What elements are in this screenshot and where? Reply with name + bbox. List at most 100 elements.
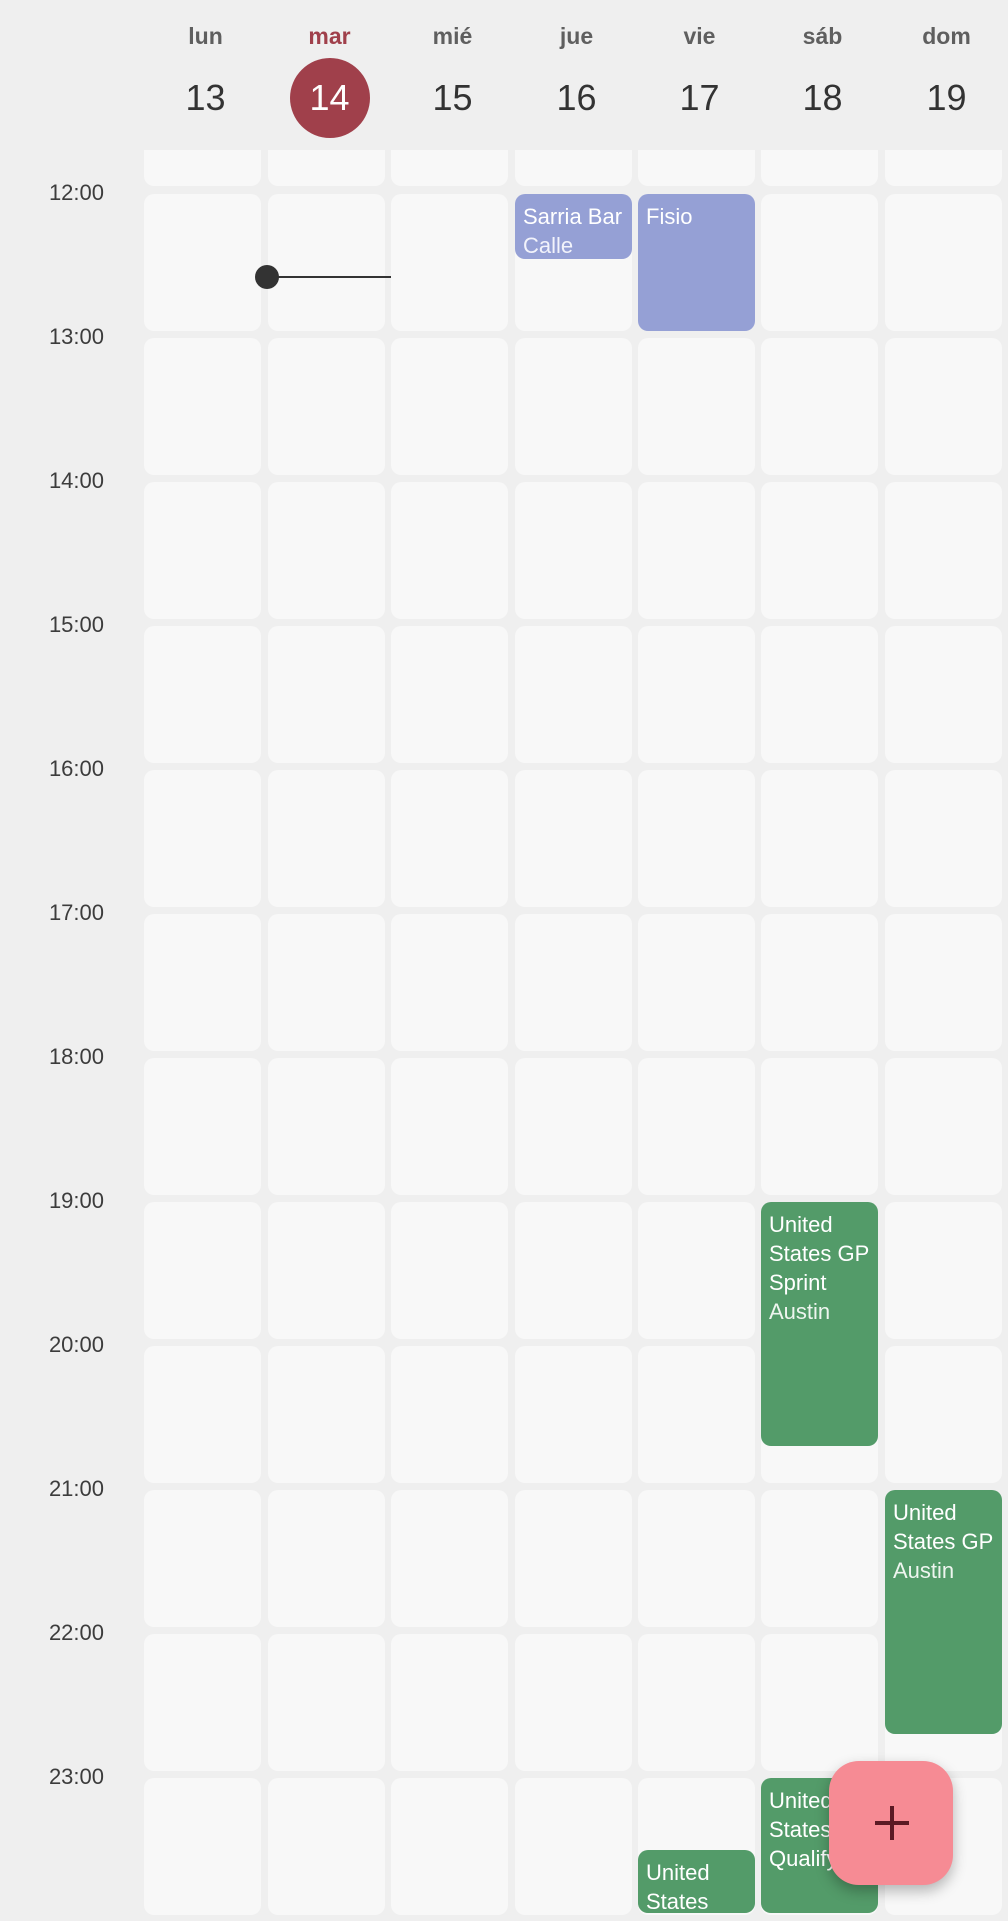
time-slot-cell[interactable] bbox=[515, 626, 632, 763]
time-slot-cell[interactable] bbox=[515, 1058, 632, 1195]
time-slot-cell[interactable] bbox=[391, 1778, 508, 1915]
time-slot-cell[interactable] bbox=[885, 338, 1002, 475]
time-slot-cell[interactable] bbox=[268, 770, 385, 907]
day-header-sab[interactable]: sáb 18 bbox=[761, 0, 884, 150]
calendar-event[interactable]: United StatesAustin bbox=[638, 1850, 755, 1913]
time-slot-cell[interactable] bbox=[391, 1634, 508, 1771]
time-slot-cell[interactable] bbox=[761, 626, 878, 763]
time-slot-cell[interactable] bbox=[268, 626, 385, 763]
time-slot-cell[interactable] bbox=[391, 338, 508, 475]
time-slot-cell[interactable] bbox=[268, 1346, 385, 1483]
day-header-mie[interactable]: mié 15 bbox=[391, 0, 514, 150]
time-slot-cell[interactable] bbox=[268, 338, 385, 475]
time-slot-cell[interactable] bbox=[638, 1058, 755, 1195]
time-slot-cell[interactable] bbox=[391, 1346, 508, 1483]
time-slot-cell[interactable] bbox=[268, 150, 385, 186]
time-slot-cell[interactable] bbox=[268, 1634, 385, 1771]
time-slot-cell[interactable] bbox=[638, 1490, 755, 1627]
time-slot-cell[interactable] bbox=[515, 1202, 632, 1339]
time-slot-cell[interactable] bbox=[268, 914, 385, 1051]
time-slot-cell[interactable] bbox=[638, 914, 755, 1051]
time-slot-cell[interactable] bbox=[515, 338, 632, 475]
time-slot-cell[interactable] bbox=[761, 1634, 878, 1771]
day-header-vie[interactable]: vie 17 bbox=[638, 0, 761, 150]
day-header-jue[interactable]: jue 16 bbox=[515, 0, 638, 150]
time-slot-cell[interactable] bbox=[761, 150, 878, 186]
day-name: sáb bbox=[802, 23, 843, 49]
day-header-mar-today[interactable]: mar 14 bbox=[268, 0, 391, 150]
time-slot-cell[interactable] bbox=[391, 194, 508, 331]
time-slot-cell[interactable] bbox=[515, 150, 632, 186]
event-location: Austin bbox=[893, 1558, 955, 1583]
time-slot-cell[interactable] bbox=[885, 150, 1002, 186]
time-slot-cell[interactable] bbox=[144, 1490, 261, 1627]
time-slot-cell[interactable] bbox=[638, 626, 755, 763]
time-slot-cell[interactable] bbox=[885, 626, 1002, 763]
time-slot-cell[interactable] bbox=[144, 1634, 261, 1771]
time-slot-cell[interactable] bbox=[391, 626, 508, 763]
time-slot-cell[interactable] bbox=[391, 1202, 508, 1339]
time-slot-cell[interactable] bbox=[885, 914, 1002, 1051]
time-slot-cell[interactable] bbox=[515, 1346, 632, 1483]
calendar-event[interactable]: United States GP Austin bbox=[885, 1490, 1002, 1734]
time-slot-cell[interactable] bbox=[515, 1778, 632, 1915]
time-slot-cell[interactable] bbox=[391, 1058, 508, 1195]
time-slot-cell[interactable] bbox=[761, 482, 878, 619]
time-slot-cell[interactable] bbox=[144, 1058, 261, 1195]
time-slot-cell[interactable] bbox=[515, 770, 632, 907]
time-slot-cell[interactable] bbox=[268, 1202, 385, 1339]
time-slot-cell[interactable] bbox=[391, 770, 508, 907]
time-slot-cell[interactable] bbox=[761, 1058, 878, 1195]
day-header-dom[interactable]: dom 19 bbox=[885, 0, 1008, 150]
time-slot-cell[interactable] bbox=[515, 1490, 632, 1627]
time-slot-cell[interactable] bbox=[391, 914, 508, 1051]
time-slot-cell[interactable] bbox=[268, 194, 385, 331]
time-slot-cell[interactable] bbox=[144, 1346, 261, 1483]
time-slot-cell[interactable] bbox=[885, 770, 1002, 907]
time-slot-cell[interactable] bbox=[144, 914, 261, 1051]
day-header-lun[interactable]: lun 13 bbox=[144, 0, 267, 150]
time-slot-cell[interactable] bbox=[144, 194, 261, 331]
time-slot-cell[interactable] bbox=[638, 1202, 755, 1339]
time-slot-cell[interactable] bbox=[268, 1058, 385, 1195]
time-slot-cell[interactable] bbox=[761, 1490, 878, 1627]
time-slot-cell[interactable] bbox=[391, 150, 508, 186]
time-slot-cell[interactable] bbox=[761, 914, 878, 1051]
calendar-event[interactable]: Fisio bbox=[638, 194, 755, 331]
time-slot-cell[interactable] bbox=[638, 770, 755, 907]
time-slot-cell[interactable] bbox=[638, 338, 755, 475]
time-slot-cell[interactable] bbox=[638, 150, 755, 186]
time-slot-cell[interactable] bbox=[144, 338, 261, 475]
time-slot-cell[interactable] bbox=[638, 482, 755, 619]
day-number: 17 bbox=[679, 77, 720, 118]
add-event-button[interactable] bbox=[829, 1761, 953, 1885]
hour-label: 16:00 bbox=[48, 756, 104, 781]
time-slot-cell[interactable] bbox=[885, 194, 1002, 331]
time-slot-cell[interactable] bbox=[144, 1778, 261, 1915]
time-slot-cell[interactable] bbox=[638, 1346, 755, 1483]
time-slot-cell[interactable] bbox=[515, 1634, 632, 1771]
time-slot-cell[interactable] bbox=[144, 1202, 261, 1339]
time-slot-cell[interactable] bbox=[268, 482, 385, 619]
time-slot-cell[interactable] bbox=[761, 194, 878, 331]
calendar-event[interactable]: Sarria Bar Calle Num bbox=[515, 194, 632, 259]
time-slot-cell[interactable] bbox=[885, 482, 1002, 619]
time-slot-cell[interactable] bbox=[761, 338, 878, 475]
time-slot-cell[interactable] bbox=[638, 1634, 755, 1771]
hour-label: 17:00 bbox=[48, 900, 104, 925]
time-slot-cell[interactable] bbox=[144, 626, 261, 763]
time-slot-cell[interactable] bbox=[391, 482, 508, 619]
time-slot-cell[interactable] bbox=[144, 150, 261, 186]
time-slot-cell[interactable] bbox=[515, 914, 632, 1051]
time-slot-cell[interactable] bbox=[144, 482, 261, 619]
time-slot-cell[interactable] bbox=[268, 1490, 385, 1627]
time-slot-cell[interactable] bbox=[391, 1490, 508, 1627]
calendar-event[interactable]: United States GP Sprint Austin bbox=[761, 1202, 878, 1446]
time-slot-cell[interactable] bbox=[885, 1202, 1002, 1339]
time-slot-cell[interactable] bbox=[885, 1346, 1002, 1483]
time-slot-cell[interactable] bbox=[515, 482, 632, 619]
time-slot-cell[interactable] bbox=[144, 770, 261, 907]
time-slot-cell[interactable] bbox=[268, 1778, 385, 1915]
time-slot-cell[interactable] bbox=[885, 1058, 1002, 1195]
time-slot-cell[interactable] bbox=[761, 770, 878, 907]
